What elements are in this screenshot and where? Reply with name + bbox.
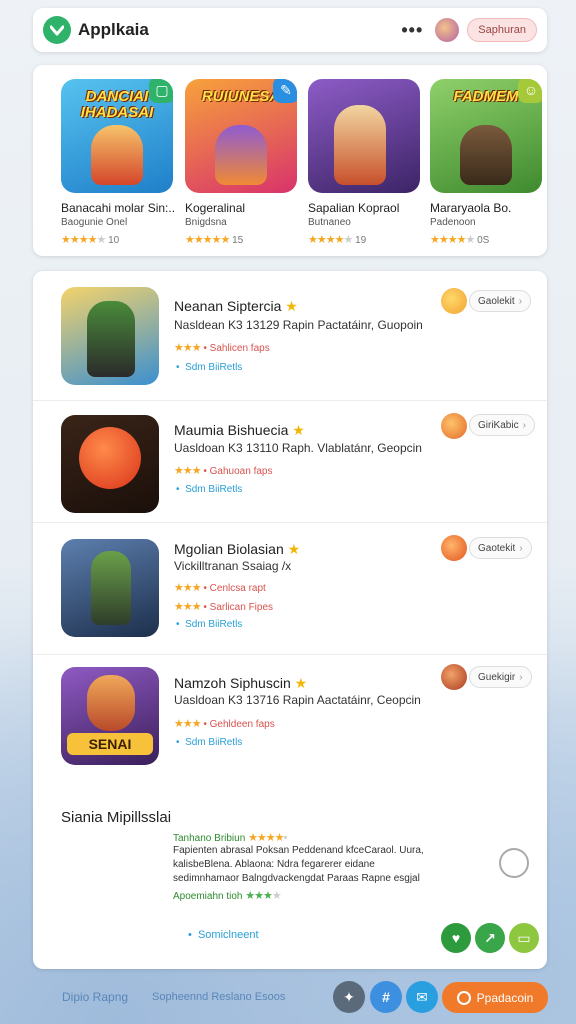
featured-app-rating: ★★★★★ 19 [308, 234, 367, 246]
heart-icon[interactable]: ♥ [441, 923, 471, 953]
app-title: Applkaia [78, 20, 149, 39]
review-body: Fapienten abrasal Poksan Peddenand kfceC… [173, 845, 424, 884]
star-rating-icon: ★★★ [174, 601, 202, 613]
featured-app-category: Padenoon [430, 217, 476, 228]
chat-icon[interactable] [499, 848, 529, 878]
star-icon: ★ [285, 298, 298, 314]
smile-icon: ☺ [518, 79, 542, 103]
list-item[interactable]: Mgolian Biolasian ★ Vickilltranan Ssaiag… [33, 523, 547, 655]
app-rating: ★★★ • Cenlcsa rapt [174, 582, 266, 594]
chevron-down-icon: › [519, 542, 523, 554]
featured-carousel: DANCIAI IHADASAI ▢ Banacahi molar Sin:..… [33, 65, 547, 256]
chevron-down-icon: › [522, 419, 526, 431]
app-rating: ★★★ • Gehldeen faps [174, 718, 275, 730]
star-rating-icon: ★★★ [174, 718, 202, 730]
star-rating-icon: ★★★★★ [185, 234, 230, 246]
star-rating-icon: ★★★ [174, 342, 202, 354]
app-name: Neanan Siptercia ★ [174, 298, 298, 314]
footer-brand: Dipio Rapng [62, 990, 129, 1004]
get-button[interactable]: Gaotekit › [469, 537, 532, 559]
star-rating-icon: ★★★★★ [430, 234, 475, 246]
avatar [441, 413, 467, 439]
featured-app-name: Sapalian Kopraol [308, 201, 400, 215]
app-description: Nasldean K3 13129 Rapin Pactatáinr, Guop… [174, 318, 423, 332]
featured-app-name: Mararyaola Bo. [430, 201, 512, 215]
list-item[interactable]: Neanan Siptercia ★ Nasldean K3 13129 Rap… [33, 271, 547, 401]
featured-app-name: Kogeralinal [185, 201, 246, 215]
featured-app-4[interactable]: FADMEM ☺ Mararyaola Bo. Padenoon ★★★★★ 0… [430, 79, 544, 246]
review-more-link[interactable]: • Somiclneent [188, 929, 259, 941]
app-rating: ★★★ • Gahuoan faps [174, 465, 273, 477]
app-description: Vickilltranan Ssaiag /x [174, 559, 292, 573]
featured-app-2[interactable]: RUIUNESA ✎ Kogeralinal Bnigdsna ★★★★★ 15 [185, 79, 299, 246]
star-rating-icon: ★★★ [174, 465, 202, 477]
message-icon[interactable]: ✉ [406, 981, 438, 1013]
app-icon [61, 415, 159, 513]
details-link[interactable]: • Sdm BiiRetls [176, 484, 242, 495]
app-name: Mgolian Biolasian ★ [174, 541, 301, 557]
app-description: Uasldoan K3 13110 Raph. Vlablatánr, Geop… [174, 441, 422, 455]
review-section-title: Siania Mipillsslai [61, 809, 172, 826]
app-rating: ★★★ • Sahlicen faps [174, 342, 270, 354]
circle-icon [456, 990, 471, 1005]
app-name: Namzoh Siphuscin ★ [174, 675, 308, 691]
star-icon: ★ [287, 541, 301, 557]
footer-cta-button[interactable]: Ppadacoin [442, 982, 548, 1013]
app-logo-icon[interactable] [43, 16, 71, 44]
featured-app-rating: ★★★★★ 15 [185, 234, 244, 246]
featured-app-image: DANCIAI IHADASAI ▢ [61, 79, 173, 193]
star-icon: ★ [292, 422, 305, 438]
twitter-icon[interactable]: ✦ [333, 981, 365, 1013]
share-icon[interactable]: ↗ [475, 923, 505, 953]
get-button[interactable]: Guekigir › [469, 666, 532, 688]
star-icon: ★ [294, 675, 308, 691]
details-link[interactable]: • Sdm BiiRetls [176, 619, 242, 630]
details-link[interactable]: • Sdm BiiRetls [176, 362, 242, 373]
featured-app-category: Baogunie Onel [61, 217, 128, 228]
list-item[interactable]: Maumia Bishuecia ★ Uasldoan K3 13110 Rap… [33, 401, 547, 523]
app-icon [61, 539, 159, 637]
get-button[interactable]: GiriKabic › [469, 414, 535, 436]
more-menu-icon[interactable]: ••• [401, 20, 423, 41]
featured-app-rating: ★★★★★ 10 [61, 234, 120, 246]
app-description: Uasldoan K3 13716 Rapin Aactatáinr, Ceop… [174, 693, 421, 707]
app-icon: SENAI [61, 667, 159, 765]
header-action-button[interactable]: Saphuran [467, 18, 537, 42]
featured-app-3[interactable]: Sapalian Kopraol Butnaneo ★★★★★ 19 [308, 79, 422, 246]
featured-app-rating: ★★★★★ 0S [430, 234, 490, 246]
avatar [441, 288, 467, 314]
featured-app-image [308, 79, 420, 193]
star-rating-icon: ★★★★★ [308, 234, 353, 246]
review-footer: Apoemiahn tioh ★★★★ [173, 890, 282, 902]
star-rating-icon: ★★★★★ [61, 234, 106, 246]
featured-app-image: FADMEM ☺ [430, 79, 542, 193]
get-button[interactable]: Gaolekit › [469, 290, 532, 312]
app-rating-secondary: ★★★ • Sarlican Fipes [174, 601, 274, 613]
featured-app-1[interactable]: DANCIAI IHADASAI ▢ Banacahi molar Sin:..… [61, 79, 175, 246]
review-header: Tanhano Bribiun ★★★★• [173, 832, 287, 844]
list-item[interactable]: SENAI Namzoh Siphuscin ★ Uasldoan K3 137… [33, 655, 547, 775]
footer-text: Sopheennd Reslano Esoos [152, 991, 286, 1003]
star-rating-icon: ★★★★• [248, 832, 287, 844]
top-bar: Applkaia ••• Saphuran [33, 8, 547, 52]
app-icon [61, 287, 159, 385]
featured-app-category: Bnigdsna [185, 217, 227, 228]
pencil-icon: ✎ [273, 79, 297, 103]
app-name: Maumia Bishuecia ★ [174, 422, 305, 438]
app-list: Neanan Siptercia ★ Nasldean K3 13129 Rap… [33, 271, 547, 969]
square-icon: ▢ [149, 79, 173, 103]
featured-app-name: Banacahi molar Sin:.. [61, 201, 176, 215]
hash-icon[interactable]: # [370, 981, 402, 1013]
star-rating-icon: ★★★ [174, 582, 202, 594]
featured-app-image: RUIUNESA ✎ [185, 79, 297, 193]
chevron-down-icon: › [519, 671, 523, 683]
comment-icon[interactable]: ▭ [509, 923, 539, 953]
chevron-down-icon: › [518, 295, 523, 307]
featured-app-category: Butnaneo [308, 217, 351, 228]
details-link[interactable]: • Sdm BiiRetls [176, 737, 242, 748]
star-rating-icon: ★★★★ [245, 890, 281, 902]
avatar [441, 664, 467, 690]
avatar [441, 535, 467, 561]
user-avatar[interactable] [435, 18, 460, 42]
